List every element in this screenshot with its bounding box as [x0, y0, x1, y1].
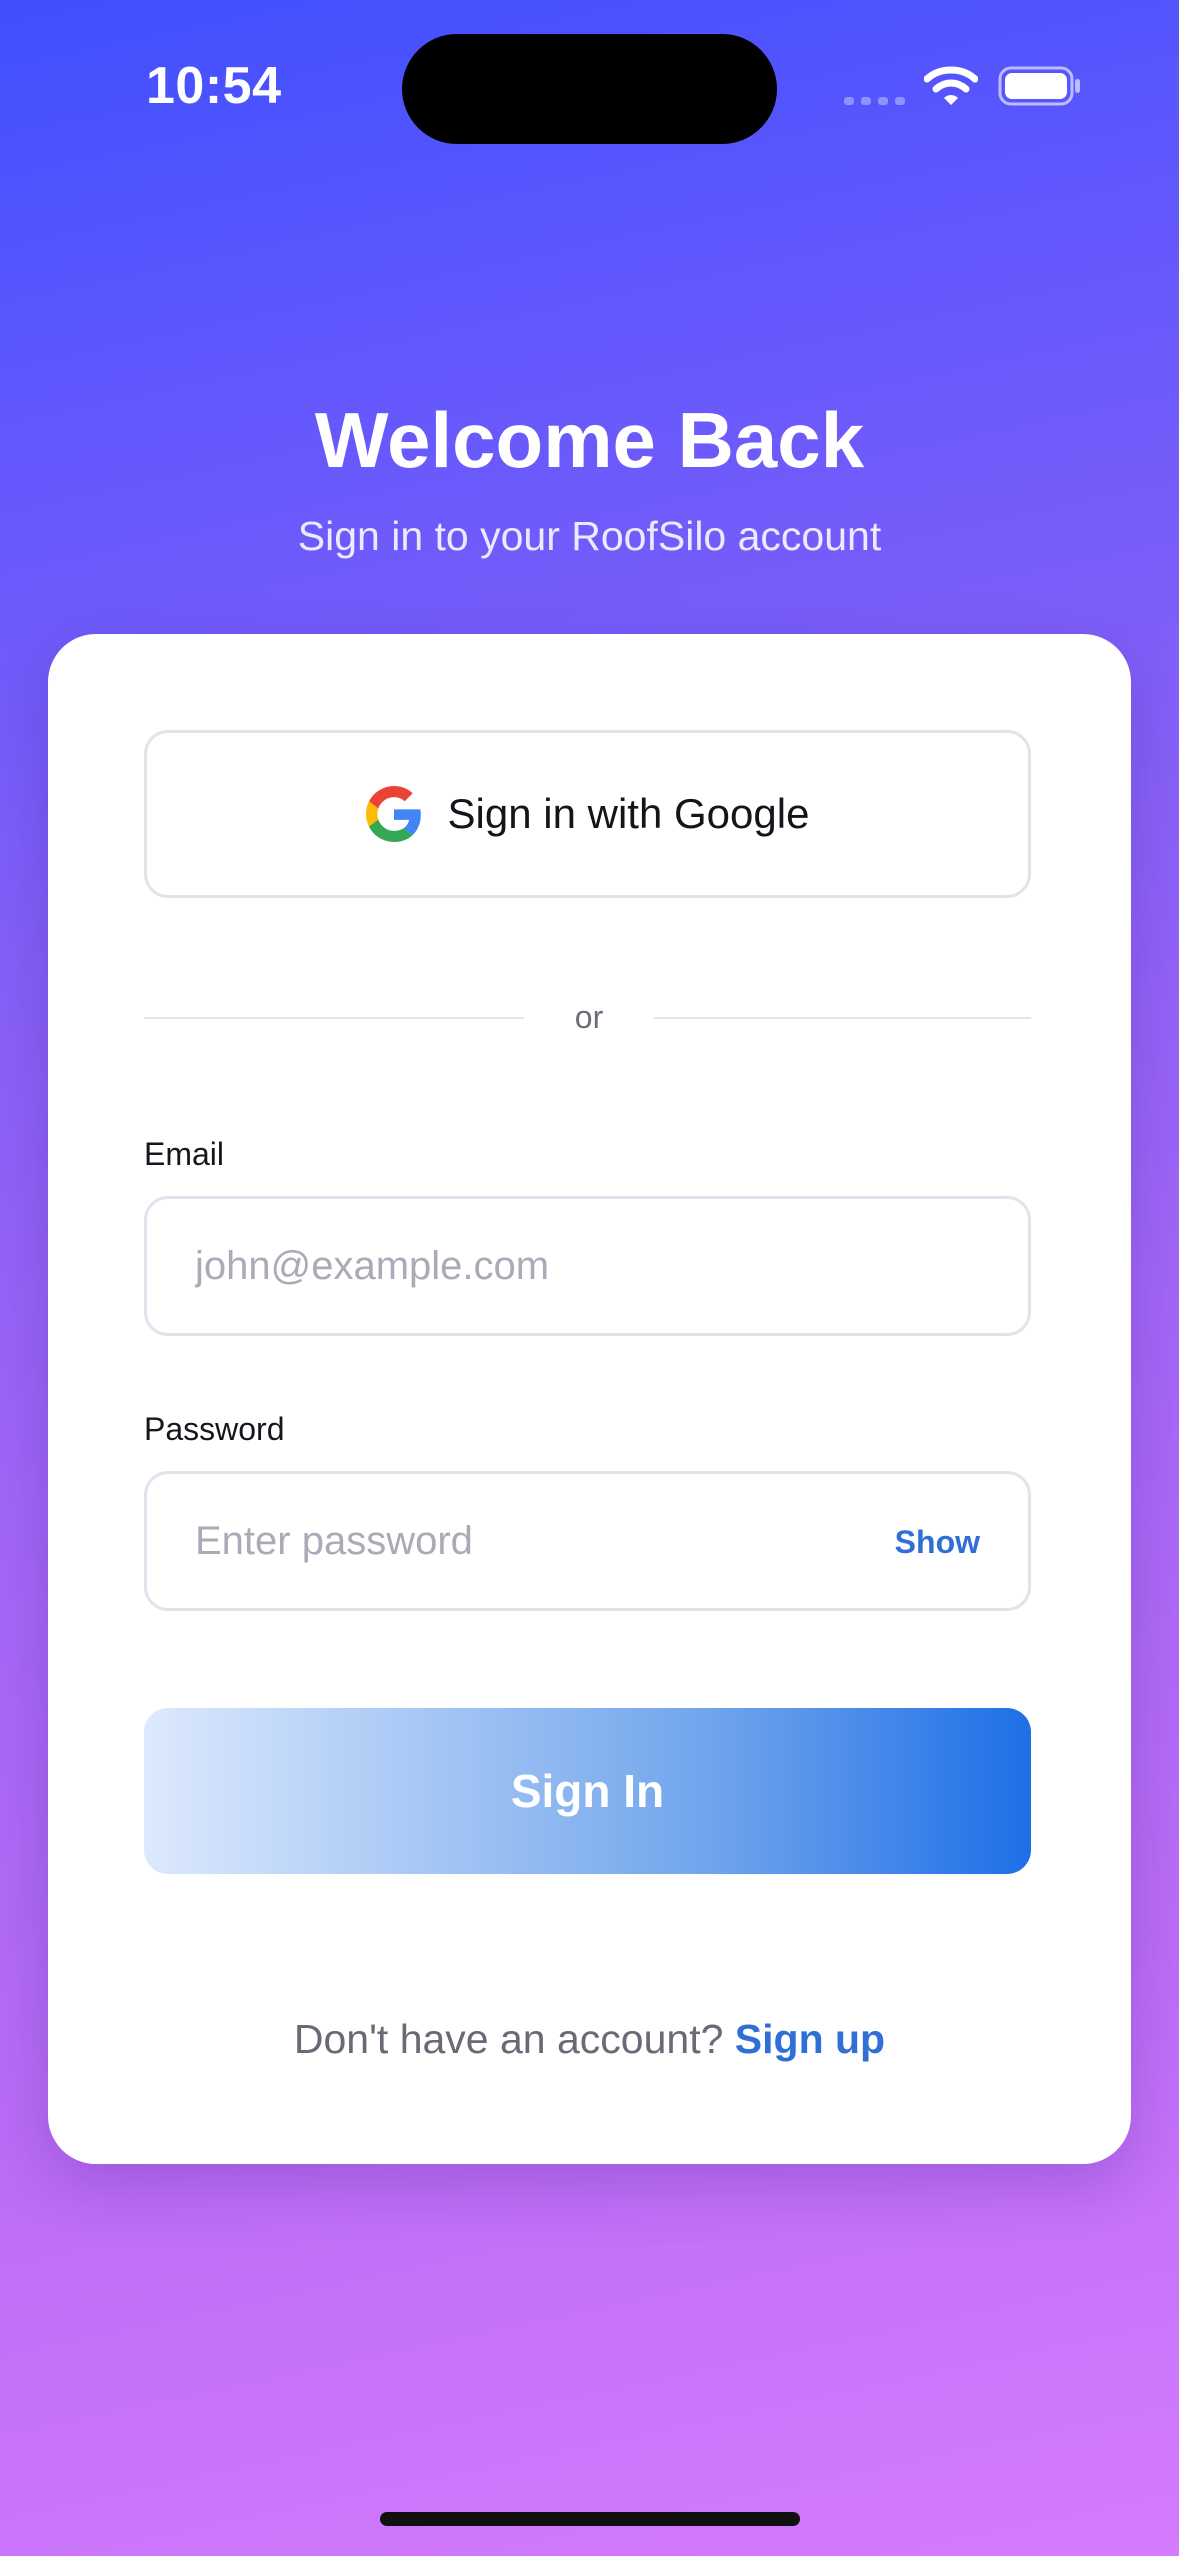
divider-text: or: [574, 999, 604, 1035]
signin-button-label: Sign In: [510, 1765, 665, 1817]
home-indicator[interactable]: [380, 2512, 800, 2526]
dynamic-island: [402, 34, 777, 144]
password-field-box[interactable]: Show: [144, 1471, 1031, 1611]
google-signin-label: Sign in with Google: [447, 790, 810, 837]
password-input[interactable]: [195, 1474, 795, 1608]
password-label: Password: [144, 1411, 285, 1447]
signup-link[interactable]: Sign up: [735, 2016, 885, 2062]
status-bar: 10:54: [0, 0, 1179, 150]
google-icon: [365, 786, 421, 842]
signup-prompt-text: Don't have an account?: [293, 2016, 735, 2062]
google-signin-button[interactable]: Sign in with Google: [144, 730, 1031, 898]
divider-line-left: [144, 1017, 524, 1019]
email-input[interactable]: [195, 1199, 975, 1333]
status-time: 10:54: [146, 57, 282, 115]
show-password-toggle[interactable]: Show: [895, 1522, 980, 1562]
page-title: Welcome Back: [314, 396, 865, 484]
email-label: Email: [144, 1136, 225, 1172]
signin-button[interactable]: Sign In: [144, 1708, 1031, 1874]
signin-card: Sign in with Google or Email Password Sh…: [48, 634, 1131, 2164]
divider-line-right: [654, 1017, 1031, 1019]
battery-icon: [998, 66, 1080, 106]
wifi-icon: [924, 66, 978, 105]
email-field-box[interactable]: [144, 1196, 1031, 1336]
signal-icon: [844, 97, 905, 105]
signup-prompt-row: Don't have an account? Sign up: [48, 2012, 1131, 2066]
page-subtitle: Sign in to your RoofSilo account: [297, 513, 882, 559]
